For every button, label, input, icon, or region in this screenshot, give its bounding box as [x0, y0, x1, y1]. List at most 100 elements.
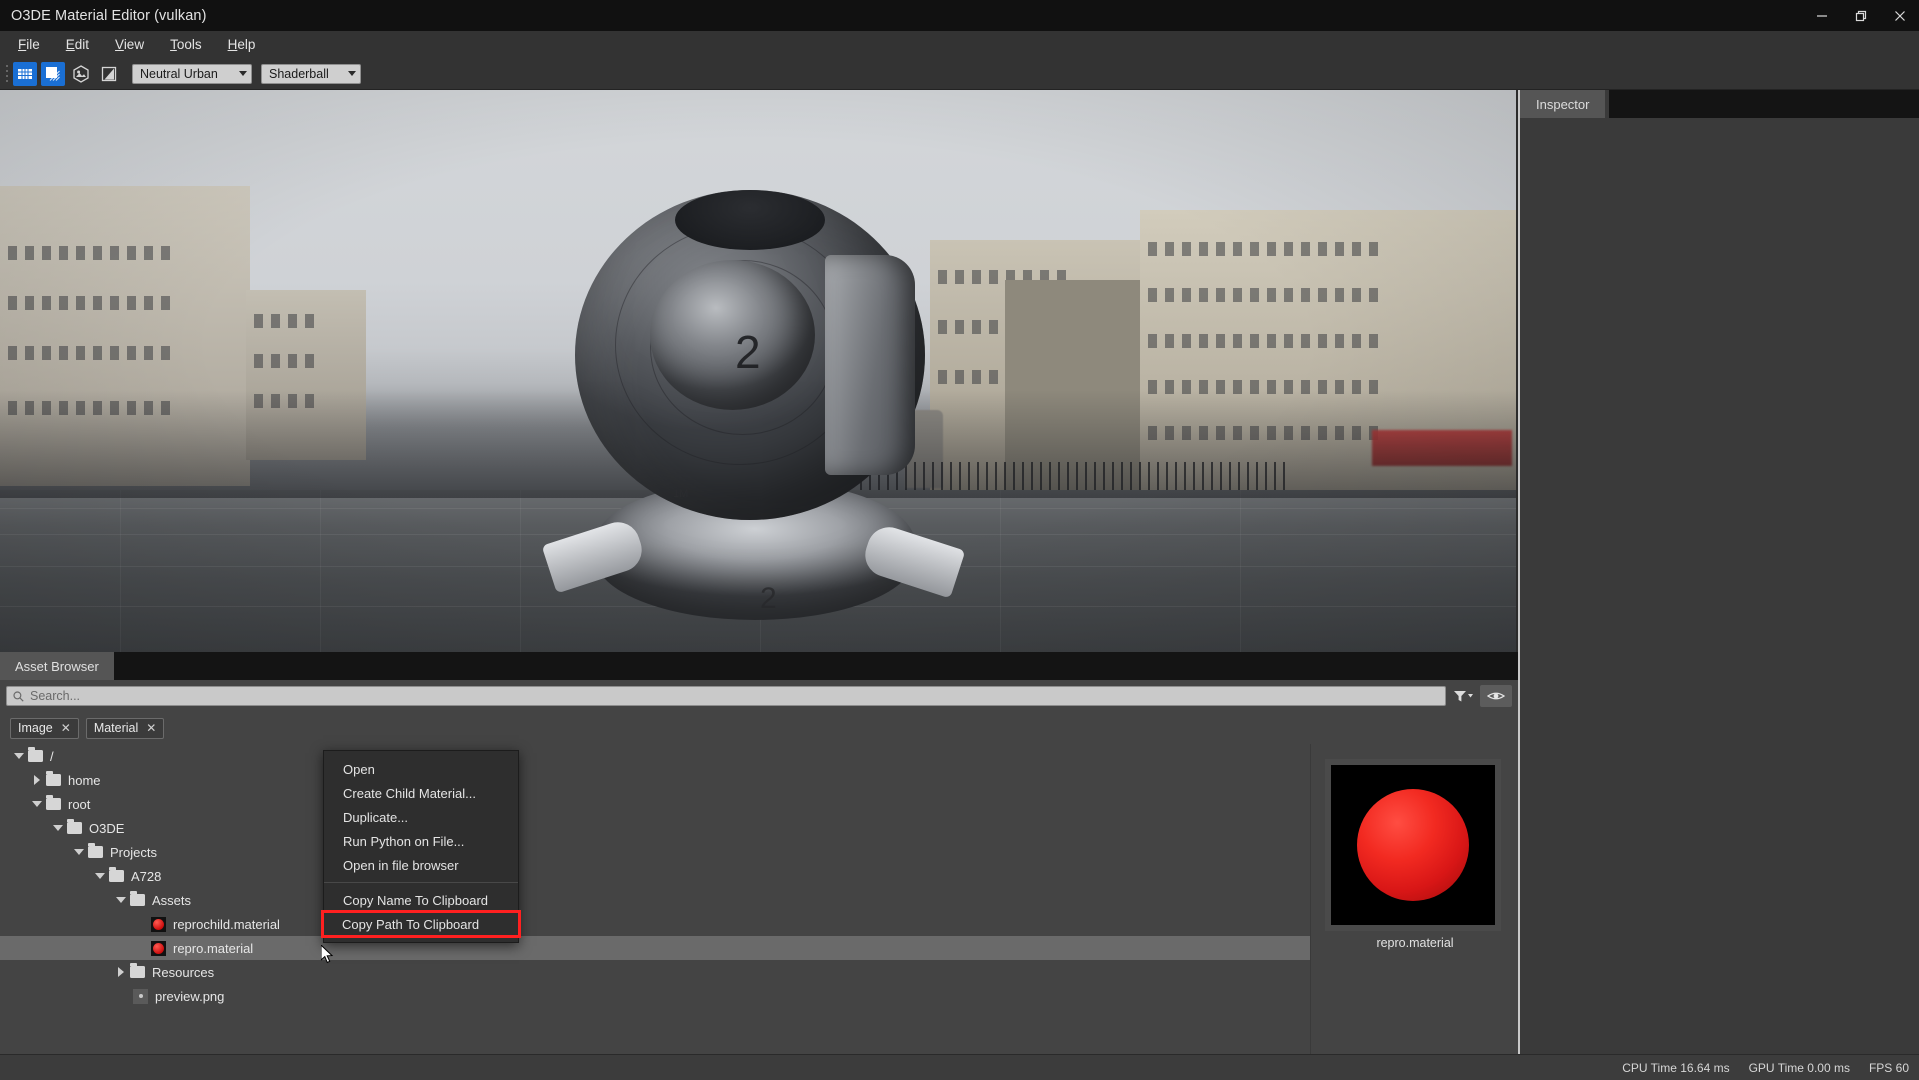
menu-help-rest: elp: [237, 37, 255, 52]
minimize-button[interactable]: [1802, 0, 1841, 31]
context-menu: Open Create Child Material... Duplicate.…: [323, 750, 519, 943]
tree-row-root[interactable]: /: [0, 744, 1310, 768]
tree-row-reprochild-material[interactable]: reprochild.material: [0, 912, 1310, 936]
tree-label: Assets: [152, 893, 191, 908]
close-icon[interactable]: ✕: [146, 721, 156, 735]
context-menu-item-copy-name-to-clipboard[interactable]: Copy Name To Clipboard: [324, 888, 518, 912]
toggle-grid-icon[interactable]: [13, 62, 37, 86]
tree-label: preview.png: [155, 989, 224, 1004]
filter-chip-material-label: Material: [94, 721, 138, 735]
menu-edit-mnemonic: E: [66, 37, 75, 52]
menu-help[interactable]: Help: [215, 33, 269, 56]
preview-thumbnail[interactable]: [1325, 759, 1501, 931]
chevron-down-icon[interactable]: [51, 822, 64, 835]
tree-row-assets[interactable]: Assets: [0, 888, 1310, 912]
inspector-tab-filler: [1609, 90, 1919, 118]
chevron-down-icon[interactable]: [12, 750, 25, 763]
restore-button[interactable]: [1841, 0, 1880, 31]
filter-chip-image[interactable]: Image ✕: [10, 718, 79, 739]
preview-material-sphere: [1357, 789, 1469, 901]
menu-view[interactable]: View: [102, 33, 157, 56]
status-bar: CPU Time 16.64 ms GPU Time 0.00 ms FPS 6…: [0, 1054, 1919, 1080]
menu-file[interactable]: File: [5, 33, 53, 56]
tab-inspector[interactable]: Inspector: [1520, 90, 1605, 118]
context-menu-item-duplicate[interactable]: Duplicate...: [324, 805, 518, 829]
tab-asset-browser[interactable]: Asset Browser: [0, 652, 114, 680]
menu-view-mnemonic: V: [115, 37, 124, 52]
close-button[interactable]: [1880, 0, 1919, 31]
tree-row-preview-png[interactable]: preview.png: [0, 984, 1310, 1008]
search-placeholder: Search...: [30, 689, 80, 703]
mouse-cursor: [321, 945, 334, 969]
shaderball-base-label: 2: [760, 582, 777, 616]
chevron-down-icon[interactable]: [30, 798, 43, 811]
tree-label: root: [68, 797, 90, 812]
context-menu-item-open-in-file-browser[interactable]: Open in file browser: [324, 853, 518, 877]
folder-icon: [130, 894, 145, 906]
menu-view-rest: iew: [124, 37, 144, 52]
context-menu-item-open[interactable]: Open: [324, 757, 518, 781]
asset-browser-search-row: Search...: [0, 680, 1518, 712]
asset-tree[interactable]: / home root O3DE Projects: [0, 744, 1310, 1054]
toggle-tone-mapping-icon[interactable]: [97, 62, 121, 86]
menu-edit-rest: dit: [75, 37, 89, 52]
toolbar: Neutral Urban Shaderball: [0, 58, 1919, 90]
title-bar: O3DE Material Editor (vulkan): [0, 0, 1919, 31]
menu-help-mnemonic: H: [228, 37, 238, 52]
chevron-down-icon[interactable]: [93, 870, 106, 883]
tree-label: repro.material: [173, 941, 253, 956]
context-menu-item-copy-path-to-clipboard[interactable]: Copy Path To Clipboard: [323, 912, 519, 936]
shaderball-scale-label: 1M: [673, 488, 688, 500]
inspector-body: [1520, 118, 1919, 1053]
toggle-shadow-catcher-icon[interactable]: [41, 62, 65, 86]
folder-icon: [88, 846, 103, 858]
shaderball-tab: [825, 255, 915, 475]
tree-row-a728[interactable]: A728: [0, 864, 1310, 888]
preview-filename: repro.material: [1311, 936, 1519, 950]
menu-file-rest: ile: [26, 37, 40, 52]
filter-funnel-icon[interactable]: [1450, 685, 1476, 707]
window-controls: [1802, 0, 1919, 31]
search-input[interactable]: Search...: [6, 686, 1446, 706]
folder-icon: [109, 870, 124, 882]
shaderball-inner-sphere: [650, 260, 815, 410]
environment-combo-value: Neutral Urban: [140, 67, 218, 81]
model-combo[interactable]: Shaderball: [261, 64, 361, 84]
tree-row-home[interactable]: home: [0, 768, 1310, 792]
context-menu-item-run-python-on-file[interactable]: Run Python on File...: [324, 829, 518, 853]
menu-bar: File Edit View Tools Help: [0, 31, 1919, 58]
menu-edit[interactable]: Edit: [53, 33, 102, 56]
viewport-3d[interactable]: 2 2 1M: [0, 90, 1516, 652]
material-icon: [151, 917, 166, 932]
menu-tools-rest: ools: [177, 37, 202, 52]
visibility-eye-icon[interactable]: [1480, 685, 1512, 707]
chevron-down-icon[interactable]: [72, 846, 85, 859]
tree-row-projects[interactable]: Projects: [0, 840, 1310, 864]
menu-tools[interactable]: Tools: [157, 33, 215, 56]
close-icon[interactable]: ✕: [61, 721, 71, 735]
menu-tools-mnemonic: T: [170, 37, 177, 52]
shaderball-cavity: [675, 190, 825, 250]
chevron-right-icon[interactable]: [30, 774, 43, 787]
tree-label: /: [50, 749, 54, 764]
status-fps: FPS 60: [1869, 1061, 1909, 1075]
chevron-down-icon: [239, 71, 247, 76]
folder-icon: [46, 774, 61, 786]
tree-label: Resources: [152, 965, 214, 980]
chevron-right-icon[interactable]: [114, 966, 127, 979]
tree-row-repro-material[interactable]: repro.material: [0, 936, 1310, 960]
folder-icon: [28, 750, 43, 762]
tree-row-root-dir[interactable]: root: [0, 792, 1310, 816]
tree-row-resources[interactable]: Resources: [0, 960, 1310, 984]
filter-chip-material[interactable]: Material ✕: [86, 718, 165, 739]
tree-row-o3de[interactable]: O3DE: [0, 816, 1310, 840]
filter-chip-image-label: Image: [18, 721, 53, 735]
chevron-down-icon[interactable]: [114, 894, 127, 907]
image-file-icon: [133, 989, 148, 1004]
environment-combo[interactable]: Neutral Urban: [132, 64, 252, 84]
toggle-alternate-skybox-icon[interactable]: [69, 62, 93, 86]
window-title: O3DE Material Editor (vulkan): [11, 8, 207, 24]
context-menu-item-create-child-material[interactable]: Create Child Material...: [324, 781, 518, 805]
toolbar-grip[interactable]: [3, 63, 11, 85]
asset-browser-tab-row: Asset Browser: [0, 652, 1518, 680]
